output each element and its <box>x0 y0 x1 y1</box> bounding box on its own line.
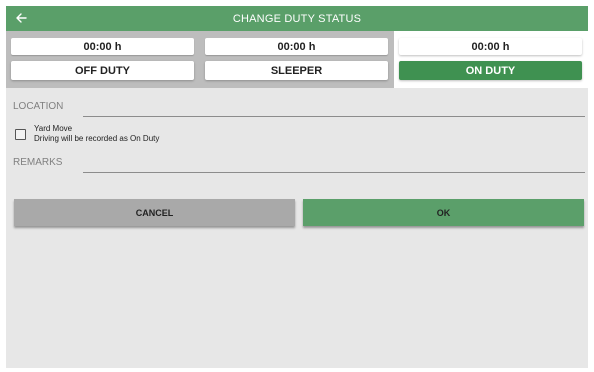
yard-move-hint: Driving will be recorded as On Duty <box>34 134 160 143</box>
cancel-button[interactable]: CANCEL <box>14 199 295 226</box>
on-duty-time: 00:00 h <box>399 38 582 55</box>
sleeper-button[interactable]: SLEEPER <box>205 61 388 80</box>
status-column-sleeper: 00:00 h SLEEPER <box>200 31 394 88</box>
on-duty-button[interactable]: ON DUTY <box>399 61 582 80</box>
yard-move-checkbox-row[interactable]: Yard Move Driving will be recorded as On… <box>15 124 159 144</box>
change-duty-status-dialog: CHANGE DUTY STATUS 00:00 h OFF DUTY 00:0… <box>6 6 588 368</box>
ok-button[interactable]: OK <box>303 199 584 226</box>
location-label: LOCATION <box>13 101 64 112</box>
arrow-left-icon <box>16 13 27 23</box>
location-field[interactable]: LOCATION <box>13 101 585 117</box>
off-duty-button[interactable]: OFF DUTY <box>11 61 194 80</box>
remarks-label: REMARKS <box>13 157 63 168</box>
yard-move-text: Yard Move Driving will be recorded as On… <box>34 124 159 144</box>
status-column-off-duty: 00:00 h OFF DUTY <box>6 31 200 88</box>
remarks-input-underline[interactable] <box>83 172 585 173</box>
yard-move-label: Yard Move <box>34 124 73 133</box>
sleeper-time: 00:00 h <box>205 38 388 55</box>
remarks-field[interactable]: REMARKS <box>13 157 585 173</box>
duty-status-selector: 00:00 h OFF DUTY 00:00 h SLEEPER 00:00 h… <box>6 31 588 88</box>
location-input-underline[interactable] <box>83 116 585 117</box>
yard-move-checkbox[interactable] <box>15 129 26 140</box>
title-bar: CHANGE DUTY STATUS <box>6 6 588 31</box>
status-column-on-duty: 00:00 h ON DUTY <box>394 31 588 88</box>
page-title: CHANGE DUTY STATUS <box>232 12 362 25</box>
off-duty-time: 00:00 h <box>11 38 194 55</box>
back-button[interactable] <box>12 9 30 27</box>
